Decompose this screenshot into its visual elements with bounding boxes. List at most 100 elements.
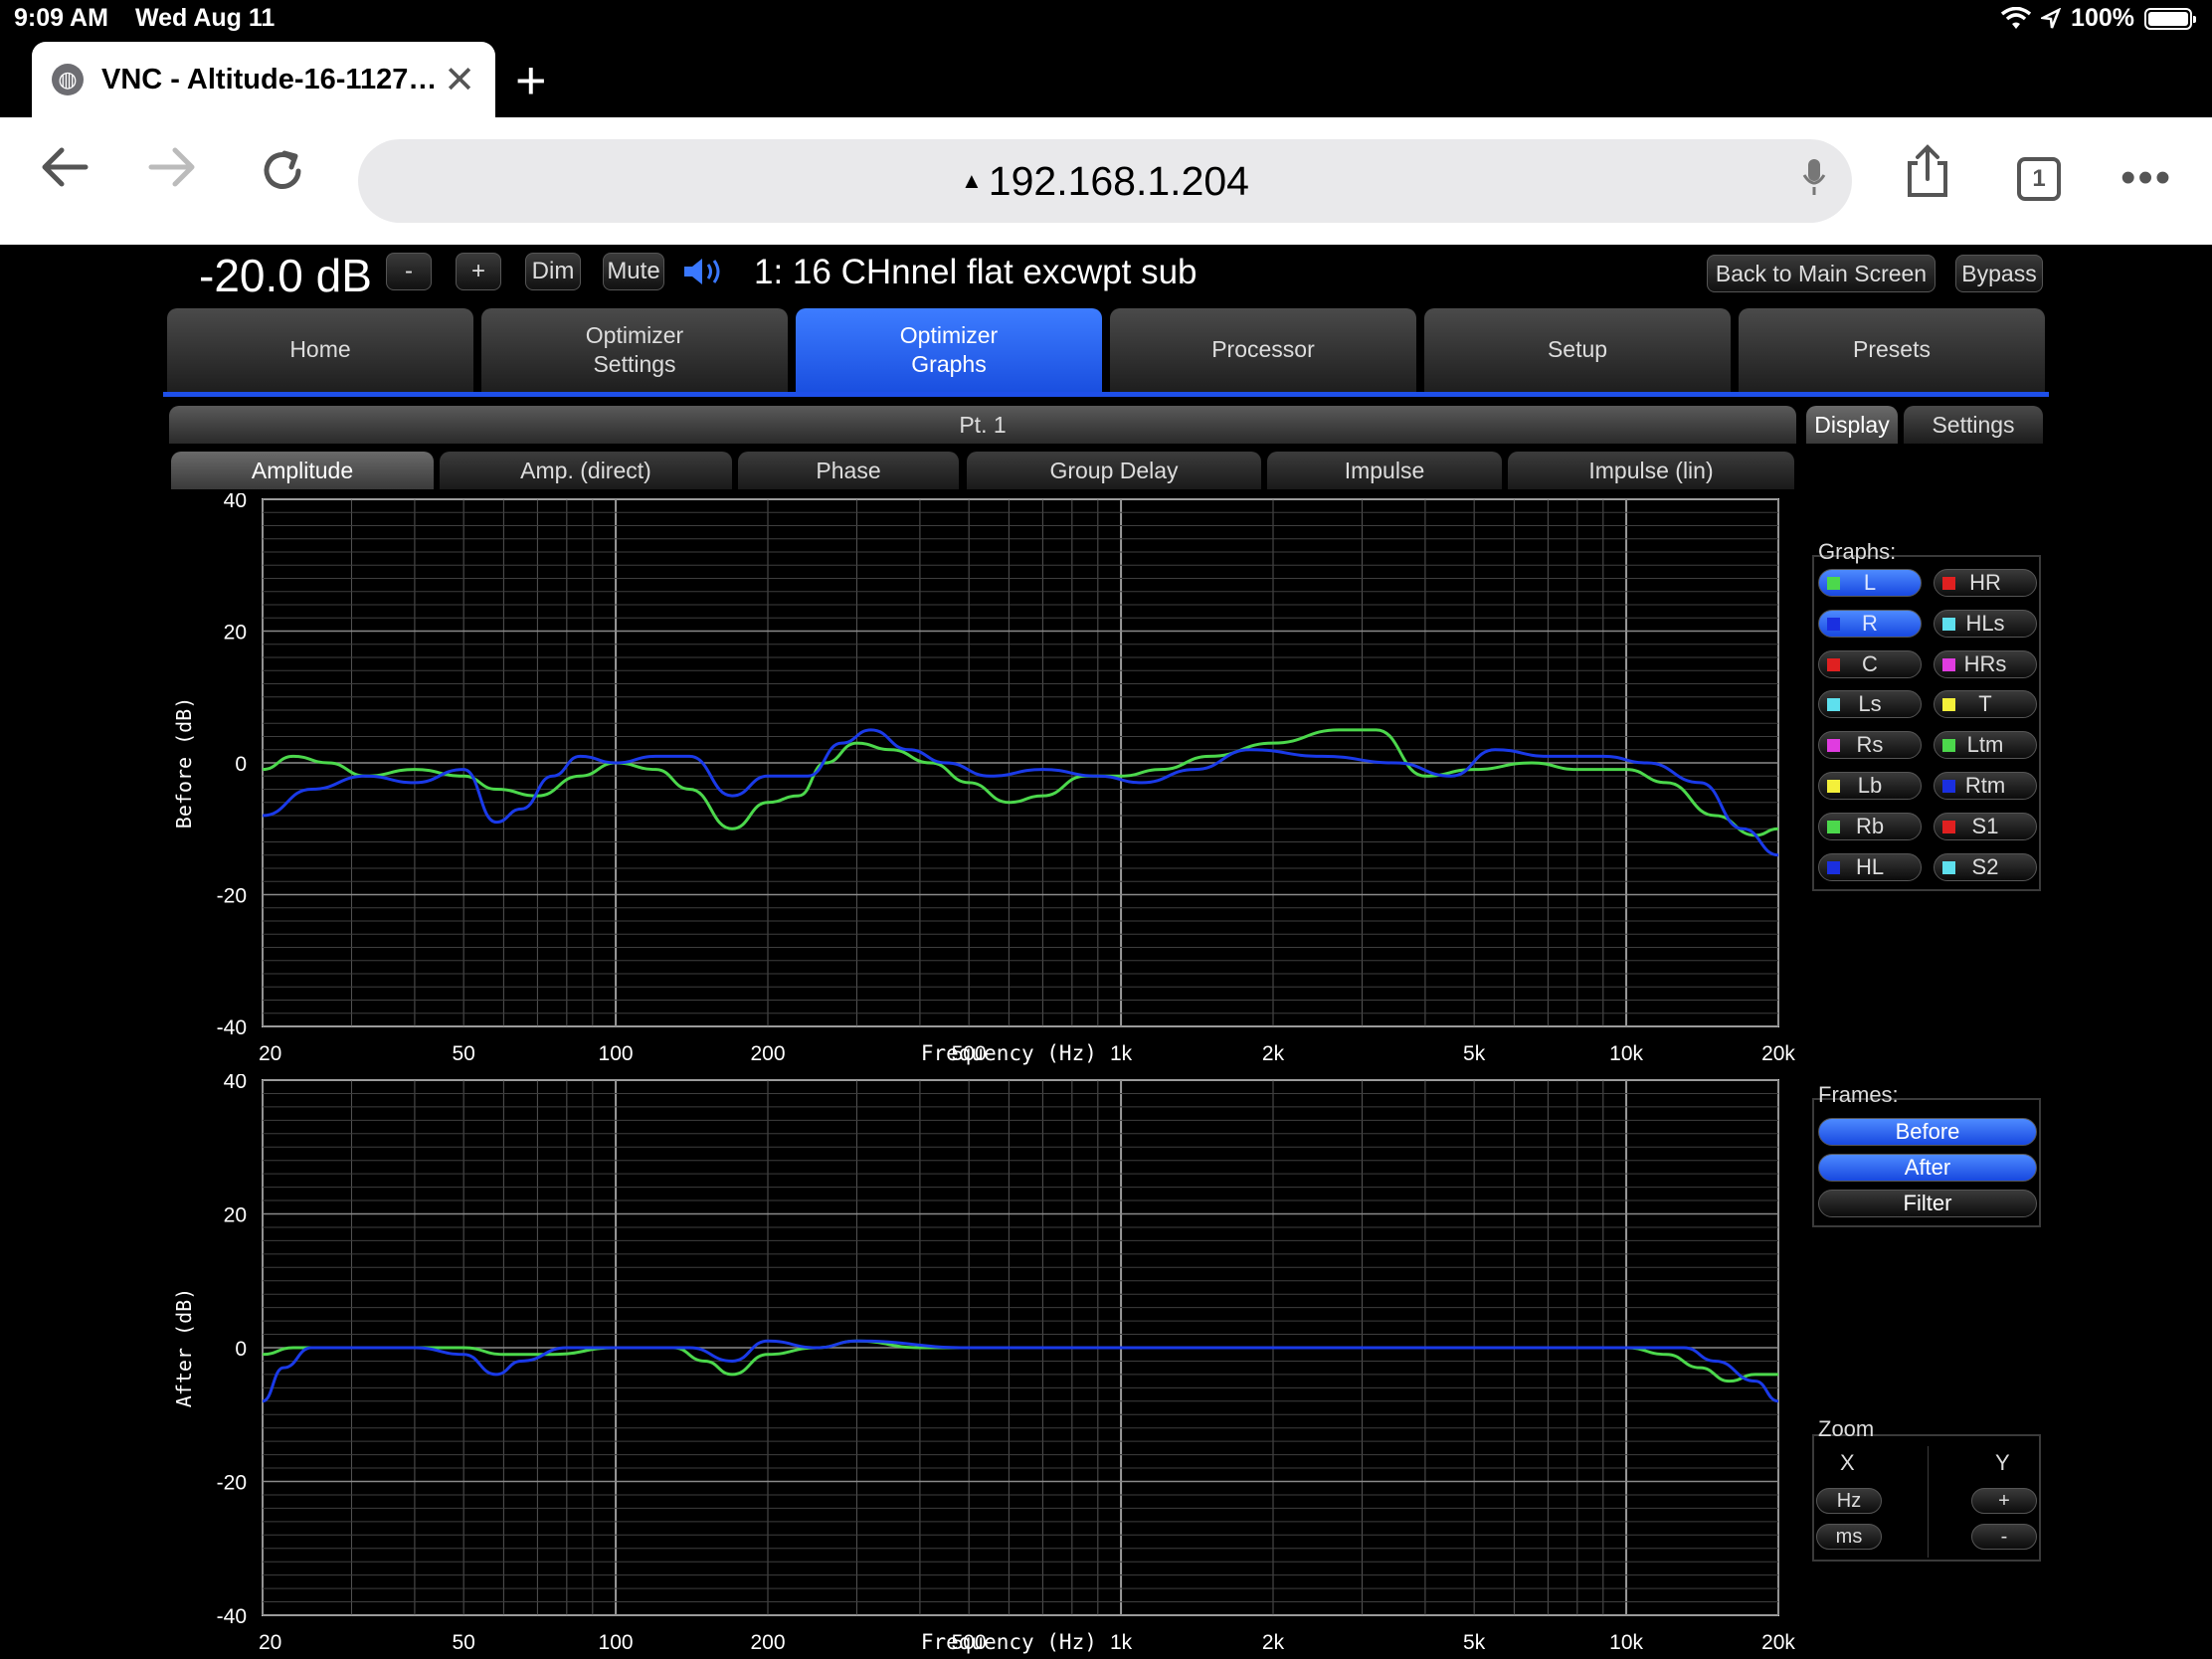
channel-color-swatch [1827, 739, 1840, 753]
x-tick-label: 10k [1609, 1631, 1643, 1654]
zoom-ms-button[interactable]: ms [1816, 1524, 1882, 1550]
tab-optimizer-settings[interactable]: Optimizer Settings [481, 308, 788, 392]
channel-toggle-l[interactable]: L [1818, 569, 1922, 597]
dim-button[interactable]: Dim [525, 253, 581, 290]
x-axis-label: Frequency (Hz) [921, 1630, 1097, 1654]
y-tick-label: -20 [217, 1472, 247, 1495]
channel-toggle-hl[interactable]: HL [1818, 852, 1922, 881]
bypass-button[interactable]: Bypass [1955, 255, 2043, 292]
y-tick-label: 40 [224, 1074, 247, 1093]
channel-toggle-s2[interactable]: S2 [1934, 852, 2037, 881]
channel-color-swatch [1942, 617, 1955, 631]
main-tabs: Home Optimizer Settings Optimizer Graphs P… [167, 308, 2047, 394]
browser-tab-strip: ◍ VNC - Altitude-16-1127… ✕ + [0, 42, 2212, 117]
address-bar[interactable]: ▲ 192.168.1.204 [358, 139, 1852, 223]
tab-count-button[interactable]: 1 [2017, 157, 2061, 201]
x-tick-label: 2k [1262, 1631, 1285, 1654]
channel-label: S2 [1971, 853, 1999, 879]
channel-toggle-hrs[interactable]: HRs [1934, 649, 2037, 678]
channel-toggle-c[interactable]: C [1818, 649, 1922, 678]
y-tick-label: 0 [235, 753, 247, 776]
channel-toggle-s1[interactable]: S1 [1934, 812, 2037, 840]
channel-label: T [1978, 691, 1992, 717]
zoom-out-button[interactable]: - [1971, 1524, 2037, 1550]
forward-arrow-icon[interactable] [147, 145, 197, 189]
graphs-group [1812, 555, 2041, 891]
zoom-y-label: Y [1995, 1450, 2010, 1475]
volume-up-button[interactable]: + [456, 253, 501, 290]
tab-setup[interactable]: Setup [1424, 308, 1731, 392]
browser-tab-title: VNC - Altitude-16-1127… [101, 63, 437, 95]
channel-color-swatch [1942, 860, 1955, 874]
channel-label: HR [1969, 570, 2001, 595]
x-axis-label: Frequency (Hz) [921, 1041, 1097, 1065]
channel-color-swatch [1827, 657, 1840, 671]
graph-tab-amplitude[interactable]: Amplitude [171, 452, 434, 489]
x-tick-label: 20 [259, 1042, 281, 1065]
channel-label: HRs [1963, 650, 2007, 676]
more-icon[interactable]: ••• [2120, 153, 2172, 203]
channel-toggle-rs[interactable]: Rs [1818, 731, 1922, 760]
channel-label: L [1863, 570, 1877, 595]
x-tick-label: 200 [750, 1042, 785, 1065]
zoom-x-label: X [1840, 1450, 1855, 1475]
new-tab-icon[interactable]: + [515, 50, 547, 111]
frame-before-toggle[interactable]: Before [1818, 1118, 2037, 1146]
frames-label: Frames: [1818, 1082, 1899, 1107]
channel-color-swatch [1942, 780, 1955, 793]
point-selector[interactable]: Pt. 1 [169, 406, 1796, 444]
before-amplitude-chart: 40200-20-4020 50 100 200 500 1k 2k 5k 10k 20kFreq… [172, 493, 1795, 1065]
volume-readout: -20.0 dB [199, 250, 372, 301]
zoom-in-button[interactable]: + [1971, 1488, 2037, 1514]
reload-icon[interactable] [259, 147, 306, 195]
tab-processor[interactable]: Processor [1110, 308, 1416, 392]
speaker-icon[interactable] [680, 255, 728, 288]
y-tick-label: 20 [224, 622, 247, 645]
channel-label: Ls [1858, 691, 1882, 717]
graph-tab-impulse-lin[interactable]: Impulse (lin) [1508, 452, 1794, 489]
tab-home[interactable]: Home [167, 308, 473, 392]
channel-label: S1 [1971, 813, 1999, 838]
volume-down-button[interactable]: - [386, 253, 432, 290]
x-tick-label: 20k [1761, 1042, 1795, 1065]
back-to-main-button[interactable]: Back to Main Screen [1707, 255, 1936, 292]
browser-toolbar: ▲ 192.168.1.204 1 ••• [0, 117, 2212, 245]
status-right: 100% [2001, 4, 2196, 33]
graph-tab-phase[interactable]: Phase [738, 452, 959, 489]
tab-label: Setup [1547, 336, 1608, 363]
channel-color-swatch [1827, 780, 1840, 793]
tab-display[interactable]: Display [1806, 406, 1898, 444]
zoom-hz-button[interactable]: Hz [1816, 1488, 1882, 1514]
channel-toggle-t[interactable]: T [1934, 690, 2037, 719]
mute-button[interactable]: Mute [603, 253, 664, 290]
channel-toggle-rb[interactable]: Rb [1818, 812, 1922, 840]
back-arrow-icon[interactable] [40, 145, 90, 189]
channel-toggle-hls[interactable]: HLs [1934, 609, 2037, 638]
channel-toggle-ls[interactable]: Ls [1818, 690, 1922, 719]
x-tick-label: 100 [599, 1042, 634, 1065]
graph-tab-amp-direct[interactable]: Amp. (direct) [440, 452, 732, 489]
frame-after-toggle[interactable]: After [1818, 1154, 2037, 1182]
frame-filter-toggle[interactable]: Filter [1818, 1190, 2037, 1217]
channel-toggle-rtm[interactable]: Rtm [1934, 772, 2037, 800]
vnc-screen: -20.0 dB - + Dim Mute 1: 16 CHnnel flat … [0, 245, 2212, 1659]
close-tab-icon[interactable]: ✕ [444, 58, 475, 102]
channel-toggle-r[interactable]: R [1818, 609, 1922, 638]
channel-color-swatch [1942, 820, 1955, 833]
channel-toggle-ltm[interactable]: Ltm [1934, 731, 2037, 760]
graph-tab-impulse[interactable]: Impulse [1267, 452, 1502, 489]
channel-toggle-hr[interactable]: HR [1934, 569, 2037, 597]
browser-tab[interactable]: ◍ VNC - Altitude-16-1127… ✕ [32, 42, 495, 117]
preset-title: 1: 16 CHnnel flat excwpt sub [754, 253, 1198, 291]
x-tick-label: 5k [1463, 1631, 1486, 1654]
channel-label: Rs [1856, 732, 1884, 758]
tab-presets[interactable]: Presets [1739, 308, 2045, 392]
microphone-icon[interactable] [1802, 157, 1826, 197]
channel-toggle-lb[interactable]: Lb [1818, 772, 1922, 800]
tab-settings[interactable]: Settings [1904, 406, 2043, 444]
share-icon[interactable] [1904, 143, 1951, 199]
tab-label: Settings [593, 351, 676, 377]
tab-optimizer-graphs[interactable]: Optimizer Graphs [796, 308, 1102, 392]
channel-color-swatch [1942, 577, 1955, 590]
graph-tab-group-delay[interactable]: Group Delay [967, 452, 1261, 489]
